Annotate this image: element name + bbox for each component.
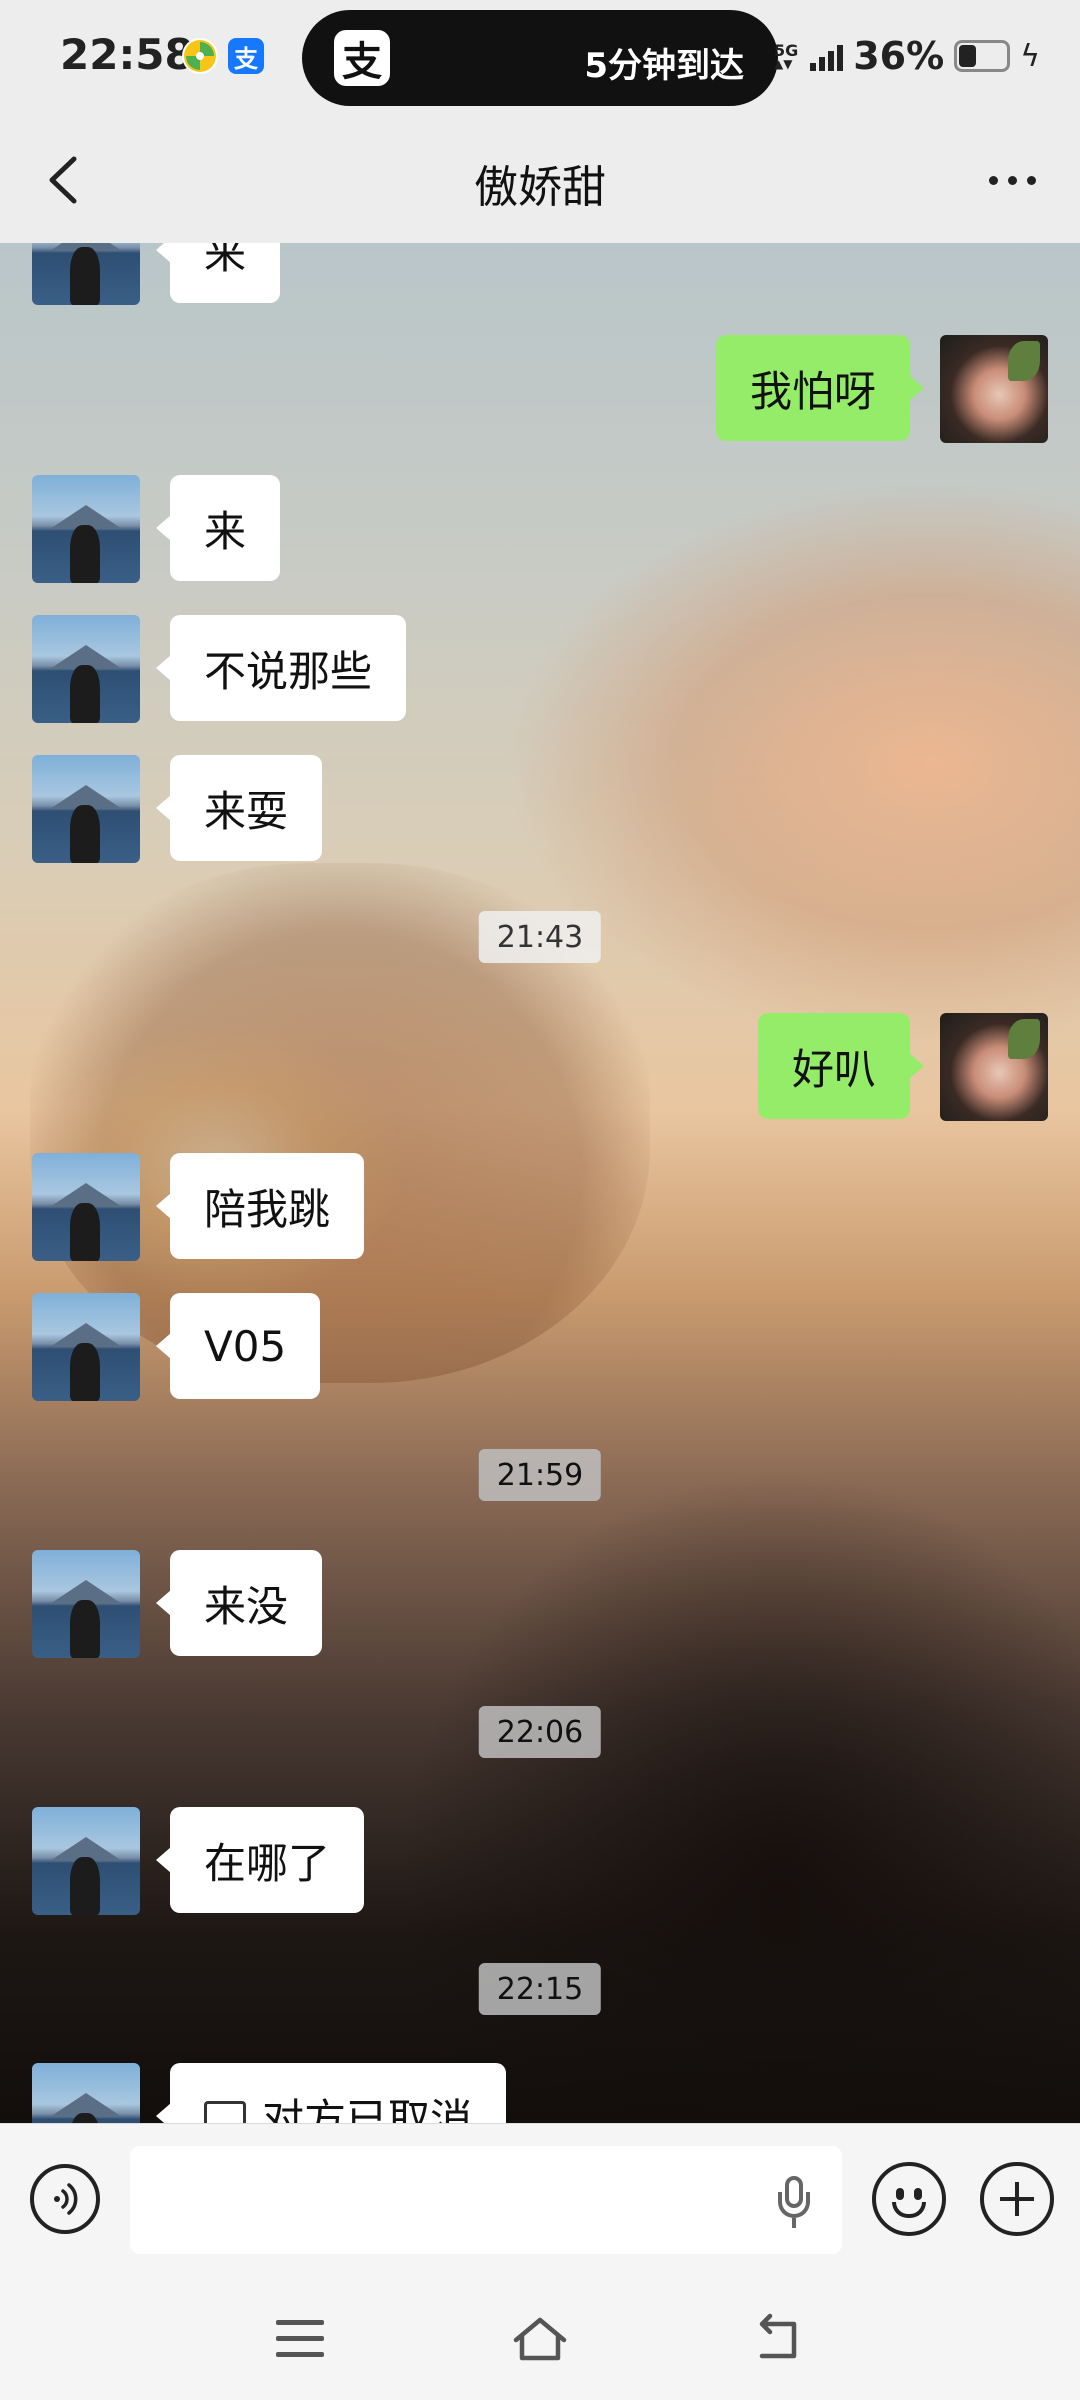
battery-percent: 36% (853, 34, 945, 78)
menu-icon[interactable] (276, 2320, 324, 2360)
voice-icon (54, 2183, 78, 2215)
chat-header: 傲娇甜 (0, 115, 1080, 243)
contact-avatar[interactable] (32, 1153, 140, 1261)
battery-icon (954, 40, 1011, 72)
more-options-button[interactable] (972, 145, 1052, 215)
contact-avatar[interactable] (32, 755, 140, 863)
message-bubble-incoming[interactable]: 不说那些 (155, 615, 407, 721)
signal-icon (810, 41, 844, 71)
message-timestamp: 22:15 (478, 1963, 602, 2015)
contact-avatar[interactable] (32, 2063, 140, 2123)
message-timestamp: 21:59 (478, 1449, 602, 1501)
contact-avatar[interactable] (32, 1807, 140, 1915)
alipay-icon: 支 (228, 38, 264, 74)
chat-messages[interactable]: 来 我怕呀 来 不说那些 来耍 21:43 好叭 陪我跳 V05 21:59 来… (0, 243, 1080, 2123)
dynamic-island[interactable]: 支 5分钟到达 (302, 10, 778, 106)
chat-title: 傲娇甜 (474, 162, 606, 213)
message-bubble-incoming[interactable]: 在哪了 (155, 1807, 365, 1913)
contact-avatar[interactable] (32, 475, 140, 583)
microphone-icon[interactable] (776, 2176, 812, 2230)
self-avatar[interactable] (940, 335, 1048, 443)
message-bubble-incoming[interactable]: 来没 (155, 1550, 323, 1656)
network-type: 5G ▲▼ (773, 41, 799, 71)
message-timestamp: 21:43 (478, 911, 602, 963)
video-call-status: 对方已取消 (262, 2094, 473, 2124)
status-indicators: 5G ▲▼ 36% ϟ (774, 34, 1040, 78)
self-avatar[interactable] (940, 1013, 1048, 1121)
voice-input-button[interactable] (30, 2164, 100, 2234)
message-bubble-incoming[interactable]: 来 (155, 243, 281, 303)
pinwheel-icon (182, 38, 218, 74)
input-bar (0, 2123, 1080, 2281)
status-time: 22:58 (60, 30, 194, 79)
home-icon[interactable] (510, 2312, 570, 2368)
alipay-icon: 支 (334, 30, 390, 86)
message-bubble-incoming[interactable]: 来耍 (155, 755, 323, 861)
back-icon[interactable] (752, 2312, 808, 2368)
message-bubble-incoming[interactable]: V05 (155, 1293, 321, 1399)
video-call-message[interactable]: 对方已取消 (155, 2063, 507, 2124)
contact-avatar[interactable] (32, 1293, 140, 1401)
system-nav-bar (0, 2280, 1080, 2400)
smiley-icon (896, 2188, 904, 2200)
message-timestamp: 22:06 (478, 1706, 602, 1758)
contact-avatar[interactable] (32, 615, 140, 723)
message-bubble-incoming[interactable]: 来 (155, 475, 281, 581)
message-bubble-outgoing[interactable]: 好叭 (757, 1013, 925, 1119)
emoji-button[interactable] (872, 2162, 946, 2236)
message-bubble-incoming[interactable]: 陪我跳 (155, 1153, 365, 1259)
message-bubble-outgoing[interactable]: 我怕呀 (715, 335, 925, 441)
status-bar: 22:58 支 支 5分钟到达 5G ▲▼ 36% ϟ (0, 0, 1080, 115)
charging-icon: ϟ (1020, 38, 1040, 74)
more-functions-button[interactable] (980, 2162, 1054, 2236)
video-call-icon (204, 2101, 246, 2123)
contact-avatar[interactable] (32, 1550, 140, 1658)
message-input[interactable] (130, 2146, 842, 2254)
island-status-text: 5分钟到达 (584, 46, 744, 86)
contact-avatar[interactable] (32, 243, 140, 305)
more-horizontal-icon (988, 175, 998, 185)
